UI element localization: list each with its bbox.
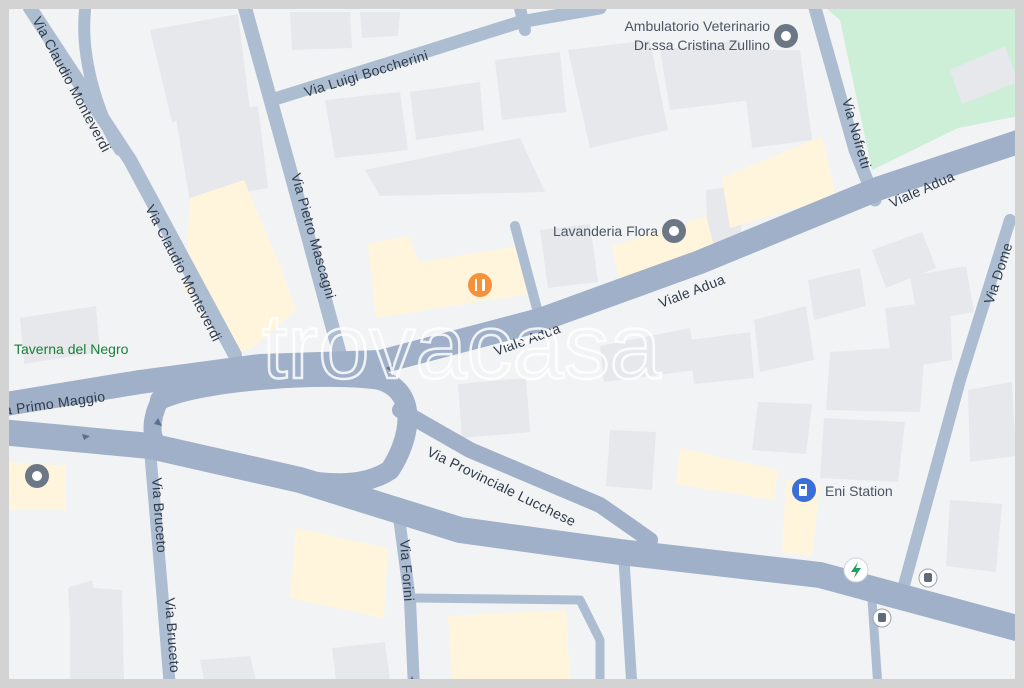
pin-icon[interactable] <box>662 219 686 243</box>
label-via-claudio-monteverdi-top: Via Claudio Monteverdi <box>29 14 114 155</box>
bus-icon[interactable] <box>872 608 892 628</box>
direction-arrows <box>82 364 414 679</box>
pin-icon[interactable] <box>774 24 798 48</box>
map-canvas[interactable]: Via Luigi Boccherini Via Claudio Monteve… <box>0 0 1024 688</box>
poi-label-laundry: Lavanderia Flora <box>553 223 658 239</box>
watermark-logo: trovacasa <box>262 296 662 398</box>
label-via-forini: Via Forini <box>397 539 417 602</box>
poi-label-taverna: Taverna del Negro <box>14 341 129 357</box>
poi-label-vet-line2: Dr.ssa Cristina Zullino <box>634 37 770 53</box>
label-via-dome: Via Dome <box>981 240 1016 305</box>
map-view[interactable]: Via Luigi Boccherini Via Claudio Monteve… <box>0 0 1024 688</box>
poi-label-eni: Eni Station <box>825 483 893 499</box>
poi-label-vet-line1: Ambulatorio Veterinario <box>624 18 770 34</box>
fuel-icon[interactable] <box>792 478 816 502</box>
bolt-icon[interactable] <box>843 557 869 583</box>
bus-icon[interactable] <box>918 568 938 588</box>
pin-icon[interactable] <box>25 464 49 488</box>
fork-knife-icon[interactable] <box>468 273 492 297</box>
